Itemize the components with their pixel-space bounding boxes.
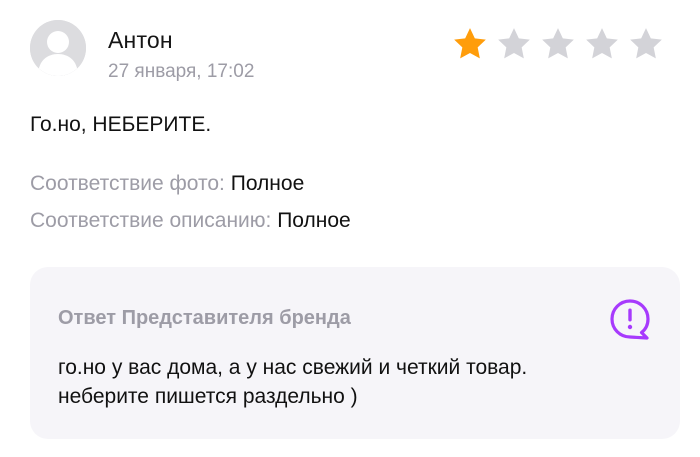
brand-reply: Ответ Представителя бренда го.но у вас д… (30, 267, 680, 439)
reply-text: го.но у вас дома, а у нас свежий и четки… (58, 353, 658, 411)
star-icon-3 (542, 28, 574, 59)
exclamation-chat-icon[interactable] (608, 297, 652, 341)
description-match-row: Соответствие описанию: Полное (30, 209, 351, 233)
reply-line-2: неберите пишется раздельно ) (58, 385, 358, 408)
star-icon-1 (454, 28, 486, 59)
star-icon-4 (586, 28, 618, 59)
review-date: 27 января, 17:02 (108, 61, 255, 82)
user-avatar-icon (30, 20, 86, 76)
description-match-label: Соответствие описанию: (30, 209, 272, 232)
reply-line-1: го.но у вас дома, а у нас свежий и четки… (58, 356, 528, 379)
star-icon-5 (630, 28, 662, 59)
review-text: Го.но, НЕБЕРИТЕ. (30, 113, 212, 136)
reply-title: Ответ Представителя бренда (58, 307, 351, 329)
photo-match-row: Соответствие фото: Полное (30, 172, 304, 196)
star-icon-2 (498, 28, 530, 59)
star-rating (450, 24, 666, 64)
description-match-value: Полное (277, 209, 351, 232)
review-card: Антон 27 января, 17:02 Го.но, НЕБЕРИТЕ. … (0, 0, 700, 457)
author-name: Антон (108, 27, 173, 53)
photo-match-label: Соответствие фото: (30, 172, 225, 195)
photo-match-value: Полное (230, 172, 305, 195)
